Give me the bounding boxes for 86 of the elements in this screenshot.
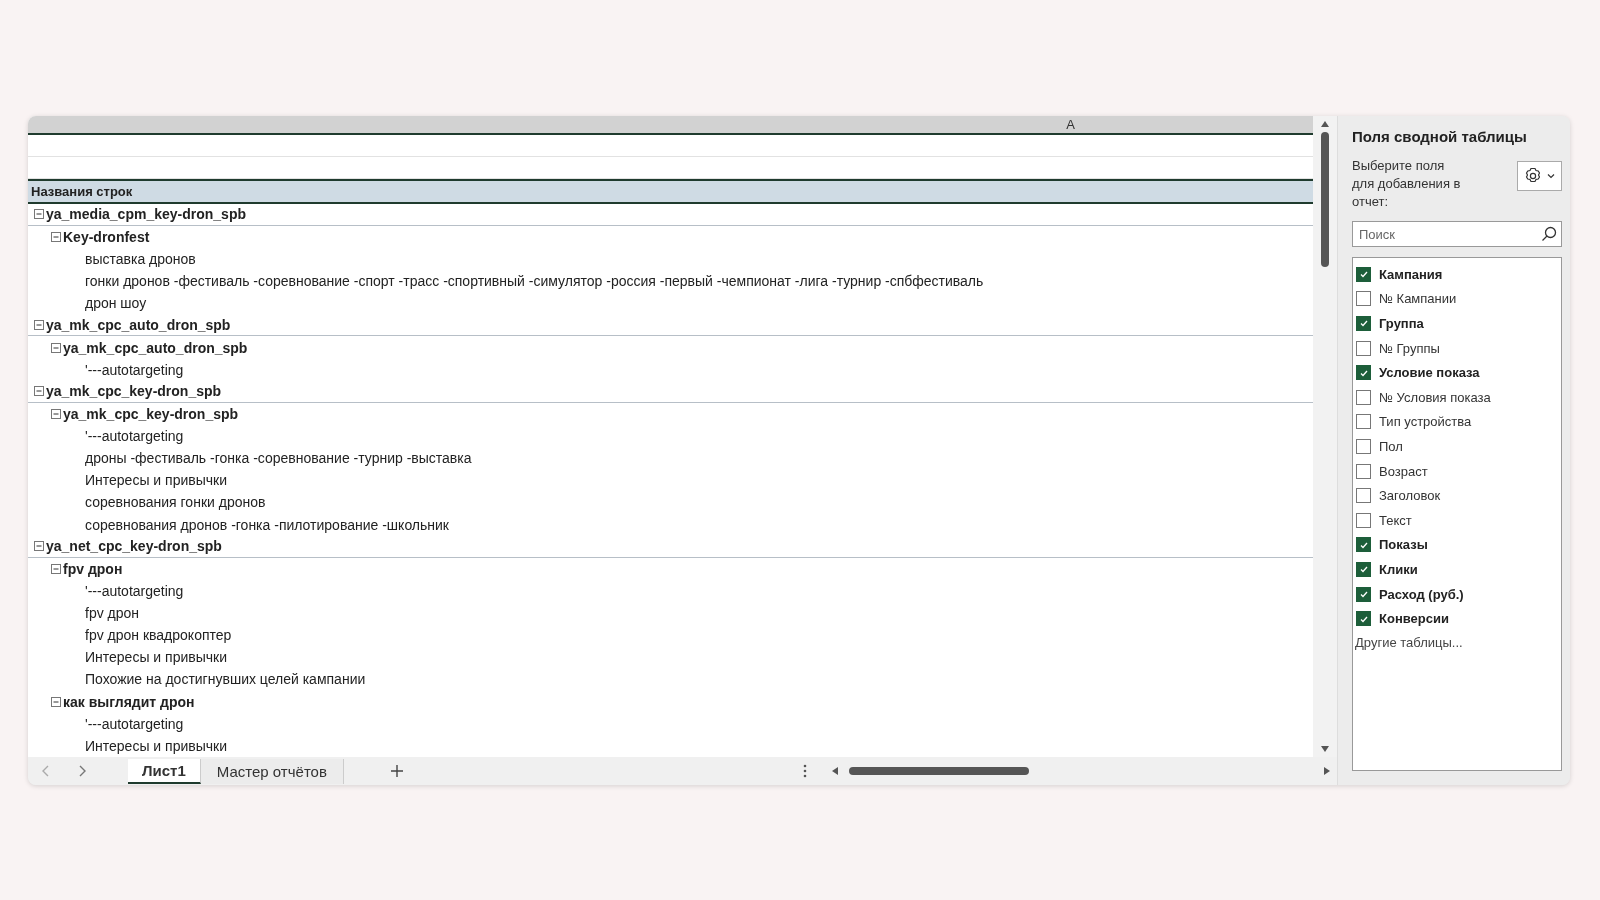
collapse-toggle-icon[interactable] <box>51 408 61 419</box>
instruction-text: Выберите поля для добавления в отчет: <box>1352 157 1462 211</box>
settings-button[interactable] <box>1517 161 1562 191</box>
row-label: Интересы и привычки <box>85 649 227 666</box>
field-checkbox[interactable] <box>1356 291 1371 307</box>
field-checkbox[interactable] <box>1356 537 1371 553</box>
more-options-icon[interactable] <box>803 764 807 778</box>
field-checkbox[interactable] <box>1356 561 1371 577</box>
collapse-toggle-icon[interactable] <box>51 696 61 707</box>
field-checkbox[interactable] <box>1356 266 1371 282</box>
row-label: fpv дрон квадрокоптер <box>85 627 232 644</box>
row-label: ya_mk_cpc_key-dron_spb <box>46 383 222 400</box>
row-label: fpv дрон <box>63 560 123 577</box>
row-label: гонки дронов -фестиваль -соревнование -спорт -трасс -спортивный -симулятор -россия -первый -чемпионат -лига -турнир -спбфестиваль <box>85 273 984 290</box>
add-sheet-icon[interactable] <box>389 764 404 778</box>
row-label: дроны -фестиваль -гонка -соревнование -турнир -выставка <box>85 450 472 467</box>
field-checkbox[interactable] <box>1356 414 1371 430</box>
vertical-scrollbar[interactable] <box>1313 116 1337 757</box>
row-label: соревнования дронов -гонка -пилотирование -школьник <box>85 516 449 533</box>
field-label: Пол <box>1379 438 1403 454</box>
caret-icon <box>1547 173 1555 179</box>
horizontal-scrollbar[interactable] <box>831 766 1331 776</box>
row-label: ya_media_cpm_key-dron_spb <box>46 206 246 223</box>
row-label: Интересы и привычки <box>85 472 227 489</box>
field-label: Группа <box>1379 316 1424 331</box>
sheet-tab[interactable]: Лист1 <box>128 758 201 784</box>
row-label: fpv дрон <box>85 605 140 622</box>
field-checkbox[interactable] <box>1356 512 1371 528</box>
scroll-thumb[interactable] <box>849 767 1029 775</box>
field-label: Кампания <box>1379 266 1443 282</box>
scroll-up-icon[interactable] <box>1320 120 1330 128</box>
row-label: дрон шоу <box>85 295 147 312</box>
field-label: № Условия показа <box>1379 389 1491 405</box>
field-label: № Группы <box>1379 340 1440 356</box>
field-checkbox[interactable] <box>1356 340 1371 356</box>
row-label: ya_net_cpc_key-dron_spb <box>46 538 222 555</box>
field-checkbox[interactable] <box>1356 611 1371 627</box>
row-label: ya_mk_cpc_key-dron_spb <box>63 405 239 422</box>
field-checkbox[interactable] <box>1356 463 1371 479</box>
collapse-toggle-icon[interactable] <box>34 319 44 330</box>
field-checkbox[interactable] <box>1356 316 1371 331</box>
field-checkbox[interactable] <box>1356 586 1371 602</box>
field-label: Клики <box>1379 561 1418 577</box>
field-label: № Кампании <box>1379 291 1457 307</box>
more-tables-link[interactable]: Другие таблицы... <box>1355 634 1559 650</box>
row-label: '---autotargeting <box>85 361 184 378</box>
collapse-toggle-icon[interactable] <box>34 386 44 397</box>
collapse-toggle-icon[interactable] <box>34 541 44 552</box>
field-label: Конверсии <box>1379 611 1449 627</box>
row-label: ya_mk_cpc_auto_dron_spb <box>63 339 248 356</box>
row-label: выставка дронов <box>85 251 196 267</box>
field-label: Тип устройства <box>1379 414 1472 430</box>
field-checkbox[interactable] <box>1356 365 1371 381</box>
next-sheet-icon[interactable] <box>78 765 86 777</box>
collapse-toggle-icon[interactable] <box>51 342 61 353</box>
row-label: соревнования гонки дронов <box>85 494 266 511</box>
search-icon[interactable] <box>1541 226 1557 242</box>
field-label: Расход (руб.) <box>1379 586 1464 602</box>
row-label: Key-dronfest <box>63 228 150 245</box>
collapse-toggle-icon[interactable] <box>51 231 61 242</box>
search-field[interactable]: Поиск <box>1352 221 1562 247</box>
row-label: Похожие на достигнувших целей кампании <box>85 671 366 688</box>
collapse-toggle-icon[interactable] <box>34 209 44 220</box>
scroll-down-icon[interactable] <box>1320 745 1330 753</box>
row-label: ya_mk_cpc_auto_dron_spb <box>46 316 231 333</box>
sheet-tab[interactable]: Мастер отчётов <box>200 758 344 784</box>
field-checkbox[interactable] <box>1356 438 1371 454</box>
scroll-thumb[interactable] <box>1321 132 1329 267</box>
field-checkbox[interactable] <box>1356 488 1371 504</box>
row-label: '---autotargeting <box>85 582 184 599</box>
scroll-left-icon[interactable] <box>831 766 839 776</box>
field-label: Возраст <box>1379 463 1428 479</box>
row-label: как выглядит дрон <box>63 693 195 710</box>
field-label: Текст <box>1379 512 1412 528</box>
row-label: '---autotargeting <box>85 428 184 445</box>
field-label: Условие показа <box>1379 365 1480 381</box>
row-labels-header: Названия строк <box>28 178 1313 204</box>
field-checkbox[interactable] <box>1356 389 1371 405</box>
column-header[interactable]: A <box>28 116 1313 135</box>
pane-title: Поля сводной таблицы <box>1352 128 1528 145</box>
row-label: Интересы и привычки <box>85 737 227 754</box>
field-label: Заголовок <box>1379 488 1441 504</box>
field-label: Показы <box>1379 537 1428 553</box>
row-label: '---autotargeting <box>85 715 184 732</box>
collapse-toggle-icon[interactable] <box>51 563 61 574</box>
scroll-right-icon[interactable] <box>1323 766 1331 776</box>
